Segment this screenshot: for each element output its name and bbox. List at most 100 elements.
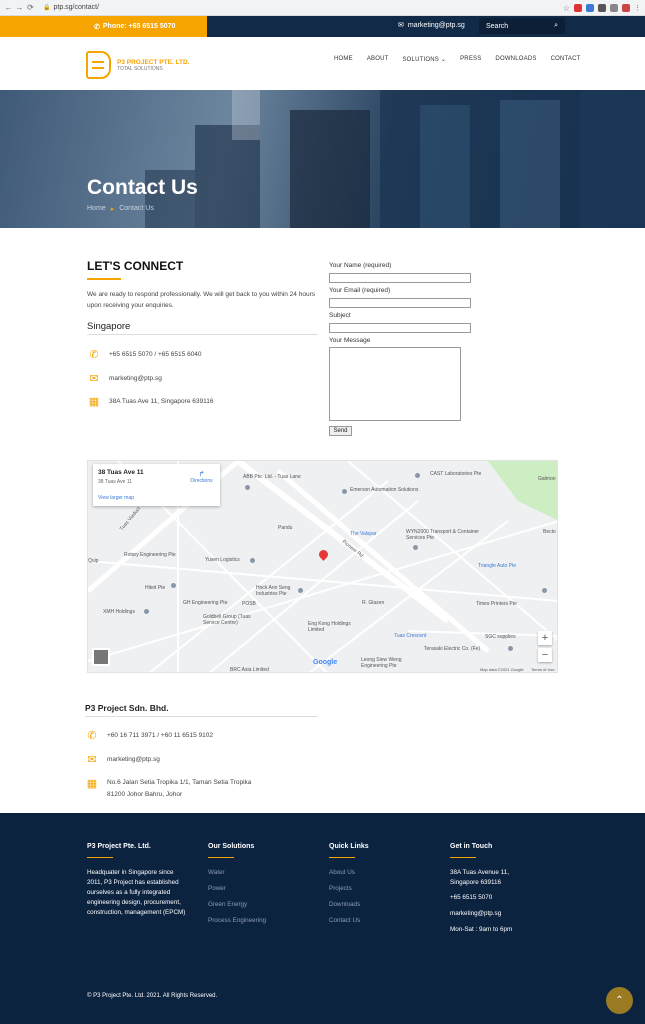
location-map[interactable]: 38 Tuas Ave 11 38 Tuas Ave 11 ↱ Directio… [87, 460, 558, 673]
zoom-out-button[interactable]: − [538, 648, 552, 662]
search-input[interactable]: Search ⌕ [479, 18, 565, 34]
map-label: SGC supplies [485, 634, 516, 640]
footer-link-power[interactable]: Power [208, 885, 226, 892]
subject-field[interactable] [329, 323, 471, 333]
star-icon[interactable]: ☆ [563, 4, 570, 13]
mail-icon: ✉ [89, 373, 99, 385]
reload-icon[interactable]: ⟳ [26, 3, 35, 12]
footer-hours: Mon-Sat : 9am to 6pm [450, 926, 513, 933]
footer-link-process-engineering[interactable]: Process Engineering [208, 917, 266, 924]
my-email: ✉ marketing@ptp.sg [85, 753, 160, 766]
map-label: The Valspar [350, 531, 377, 537]
main-nav: HOME ABOUT SOLUTIONS ⌄ PRESS DOWNLOADS C… [334, 56, 581, 63]
footer-underline [450, 857, 476, 858]
site-logo[interactable]: P3 PROJECT PTE. LTD. TOTAL SOLUTIONS [86, 51, 189, 79]
extension-icon[interactable] [622, 3, 630, 12]
footer-link-green-energy[interactable]: Green Energy [208, 901, 247, 908]
footer-link-water[interactable]: Water [208, 869, 225, 876]
map-label: Emerson Automation Solutions [350, 487, 419, 493]
footer-underline [329, 857, 355, 858]
map-info-title: 38 Tuas Ave 11 [98, 469, 144, 476]
send-button[interactable]: Send [329, 426, 352, 436]
email-label: Your Email (required) [329, 287, 391, 294]
top-email[interactable]: ✉ marketing@ptp.sg [398, 21, 465, 30]
contact-phone-text[interactable]: +65 6515 5070 / +65 6515 6040 [109, 351, 202, 358]
directions-link[interactable]: ↱ Directions [189, 470, 214, 484]
terms-link[interactable]: Terms of Use [531, 667, 555, 672]
footer-solutions-title: Our Solutions [208, 843, 255, 850]
poi-icon [342, 489, 347, 494]
search-icon[interactable]: ⌕ [554, 22, 558, 30]
connect-description: We are ready to respond professionally. … [87, 291, 315, 309]
map-info-subtitle: 38 Tuas Ave 11 [98, 479, 133, 485]
breadcrumb: Home ▸ Contact Us [87, 205, 154, 213]
footer-email[interactable]: marketing@ptp.sg [450, 909, 501, 919]
name-field[interactable] [329, 273, 471, 283]
larger-map-link[interactable]: View larger map [98, 495, 134, 501]
map-label: POSB [242, 601, 256, 607]
phone-icon: ✆ [94, 23, 100, 31]
extension-icon[interactable] [598, 3, 606, 12]
extension-icon[interactable] [610, 3, 618, 12]
email-field[interactable] [329, 298, 471, 308]
map-icon: ▦ [86, 778, 98, 790]
connect-heading: LET'S CONNECT [87, 259, 184, 273]
footer-link-projects[interactable]: Projects [329, 885, 352, 892]
phone-icon: ✆ [87, 730, 97, 742]
page-title: Contact Us [87, 176, 198, 199]
contact-email-text[interactable]: marketing@ptp.sg [109, 375, 162, 382]
menu-icon[interactable]: ⋮ [634, 4, 641, 12]
breadcrumb-current: Contact Us [119, 205, 154, 212]
nav-press[interactable]: PRESS [460, 56, 481, 63]
my-phone-text[interactable]: +60 16 711 3971 / +60 11 6515 9102 [107, 732, 213, 739]
chevron-down-icon: ⌄ [440, 57, 447, 63]
directions-icon: ↱ [198, 471, 205, 478]
map-label: Eng Kong Holdings Limited [308, 621, 351, 633]
map-label: CAST Laboratories Pte [430, 471, 482, 477]
nav-contact[interactable]: CONTACT [551, 56, 581, 63]
map-label: XMH Holdings [103, 609, 135, 615]
extension-icon[interactable] [574, 3, 582, 12]
scroll-top-button[interactable]: ⌃ [606, 987, 633, 1014]
map-label: R. Glazen [362, 600, 385, 606]
subject-label: Subject [329, 312, 351, 319]
poi-icon [144, 609, 149, 614]
map-label: Triangle Auto Pte [478, 563, 517, 569]
my-email-text[interactable]: marketing@ptp.sg [107, 756, 160, 763]
footer-link-downloads[interactable]: Downloads [329, 901, 360, 908]
breadcrumb-home[interactable]: Home [87, 205, 106, 213]
poi-icon [250, 558, 255, 563]
nav-downloads[interactable]: DOWNLOADS [495, 56, 536, 63]
nav-solutions[interactable]: SOLUTIONS ⌄ [402, 56, 446, 63]
nav-about[interactable]: ABOUT [367, 56, 389, 63]
poi-icon [415, 473, 420, 478]
message-field[interactable] [329, 347, 461, 421]
back-icon[interactable]: ← [4, 3, 13, 12]
map-label: Times Printers Pte [476, 601, 517, 607]
mail-icon: ✉ [398, 22, 404, 29]
chevron-up-icon: ⌃ [615, 995, 624, 1006]
map-label: BRC Asia Limited [230, 667, 269, 673]
map-label: Rotary Engineering Pte [124, 552, 176, 558]
footer-quicklinks-title: Quick Links [329, 843, 369, 850]
malaysia-heading: P3 Project Sdn. Bhd. [85, 703, 169, 713]
map-info-window: 38 Tuas Ave 11 38 Tuas Ave 11 ↱ Directio… [93, 464, 220, 506]
logo-name: P3 PROJECT PTE. LTD. [117, 58, 190, 66]
street-view-icon[interactable] [92, 648, 110, 666]
extension-icon[interactable] [586, 3, 594, 12]
map-label: ABB Pte. Ltd. - Tuas Lane [243, 474, 301, 480]
forward-icon[interactable]: → [15, 3, 24, 12]
poi-icon [542, 588, 547, 593]
logo-mark-icon [86, 51, 111, 79]
map-attribution: Map data ©2021 Google [480, 667, 524, 672]
footer-phone[interactable]: +65 6515 5070 [450, 893, 492, 903]
footer-link-contact[interactable]: Contact Us [329, 917, 360, 924]
poi-icon [298, 588, 303, 593]
nav-home[interactable]: HOME [334, 56, 353, 63]
region-heading: Singapore [87, 321, 131, 332]
address-bar[interactable]: 🔒 ptp.sg/contact/ [43, 2, 99, 13]
zoom-in-button[interactable]: + [538, 631, 552, 645]
footer-underline [208, 857, 234, 858]
heading-underline [87, 278, 121, 280]
footer-link-about[interactable]: About Us [329, 869, 355, 876]
